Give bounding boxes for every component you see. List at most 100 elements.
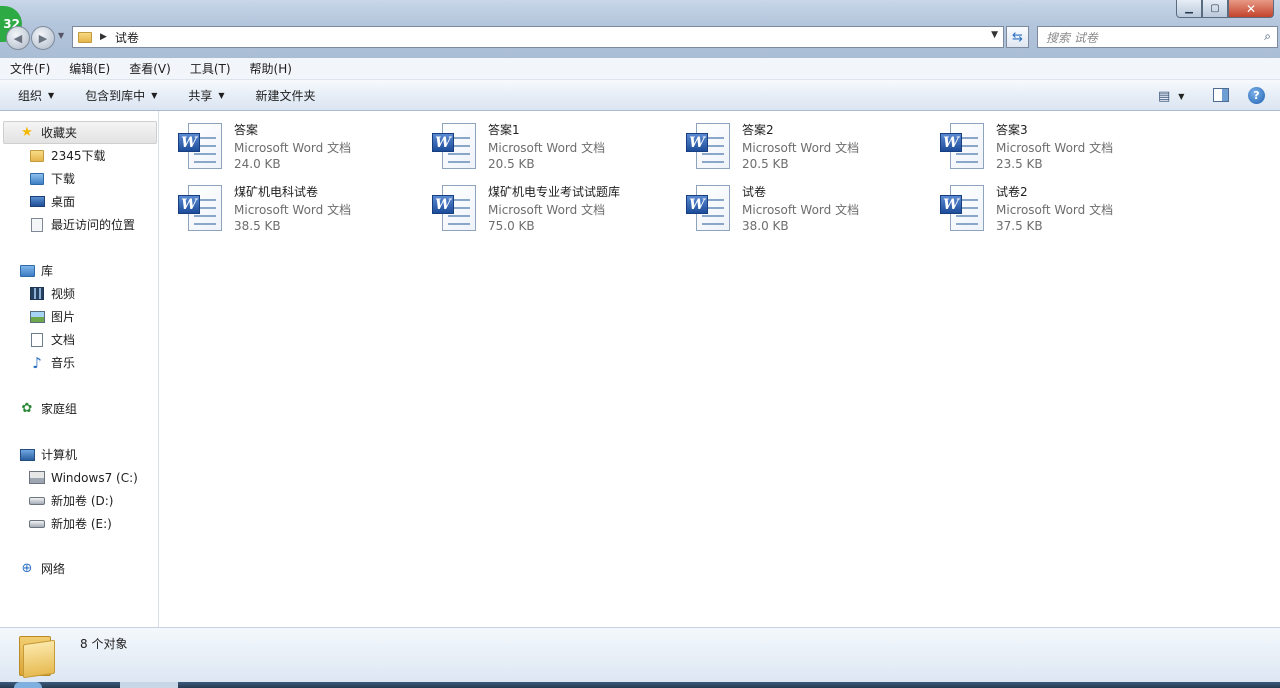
file-name: 煤矿机电科试卷 — [234, 185, 319, 199]
start-button[interactable] — [14, 682, 42, 688]
refresh-button[interactable]: ⇆ — [1006, 26, 1029, 48]
menu-file[interactable]: 文件(F) — [0, 60, 59, 77]
nav-label: 最近访问的位置 — [51, 218, 136, 232]
change-view-button[interactable]: ▤ ▼ — [1158, 86, 1184, 106]
view-details-icon: ▤ — [1158, 88, 1171, 104]
file-type: Microsoft Word 文档 — [742, 203, 860, 217]
nav-item-drive-e[interactable]: 新加卷 (E:) — [29, 512, 112, 535]
file-item[interactable]: W 答案3 Microsoft Word 文档 23.5 KB — [940, 121, 1190, 179]
menu-view[interactable]: 查看(V) — [119, 60, 180, 77]
file-type: Microsoft Word 文档 — [234, 141, 352, 155]
nav-label: 下载 — [51, 172, 76, 186]
file-name: 答案2 — [742, 123, 774, 137]
menu-edit[interactable]: 编辑(E) — [59, 60, 119, 77]
nav-label: 桌面 — [51, 195, 76, 209]
taskbar-item-explorer[interactable] — [120, 682, 178, 688]
nav-favorites[interactable]: ★ 收藏夹 — [3, 121, 157, 144]
nav-item-videos[interactable]: 视频 — [29, 282, 75, 305]
breadcrumb-current-folder[interactable]: 试卷 — [115, 29, 139, 46]
file-name: 试卷 — [742, 185, 767, 199]
nav-label: 家庭组 — [41, 402, 78, 416]
nav-label: 新加卷 (D:) — [51, 494, 114, 508]
title-bar: 32 ◀ ▶ ▼ ▶ 试卷 ▼ ⇆ 搜索 试卷 ⌕ ▁ ▢ ✕ — [0, 0, 1280, 58]
file-item[interactable]: W 试卷2 Microsoft Word 文档 37.5 KB — [940, 183, 1190, 241]
nav-libraries[interactable]: 库 — [19, 259, 53, 282]
command-bar: 组织 ▼ 包含到库中 ▼ 共享 ▼ 新建文件夹 ▤ ▼ ? — [0, 80, 1280, 111]
maximize-button[interactable]: ▢ — [1202, 0, 1228, 18]
file-list: W 答案 Microsoft Word 文档 24.0 KB W 答案1 Mic… — [159, 111, 1280, 627]
file-type: Microsoft Word 文档 — [996, 141, 1114, 155]
back-arrow-icon: ◀ — [13, 31, 23, 45]
share-button[interactable]: 共享 ▼ — [170, 87, 237, 104]
word-document-icon: W — [432, 123, 478, 171]
file-item[interactable]: W 煤矿机电科试卷 Microsoft Word 文档 38.5 KB — [178, 183, 428, 241]
preview-pane-button[interactable] — [1213, 88, 1229, 102]
search-input[interactable]: 搜索 试卷 ⌕ — [1037, 26, 1278, 48]
search-placeholder: 搜索 试卷 — [1046, 30, 1098, 45]
nav-homegroup[interactable]: ✿ 家庭组 — [19, 397, 77, 420]
nav-item-pictures[interactable]: 图片 — [29, 305, 75, 328]
taskbar — [0, 682, 1280, 688]
file-size: 20.5 KB — [742, 157, 789, 171]
folder-icon — [78, 31, 92, 43]
address-bar[interactable]: ▶ 试卷 ▼ — [72, 26, 1004, 48]
nav-network[interactable]: ⊕ 网络 — [19, 557, 65, 580]
nav-label: 2345下载 — [51, 149, 106, 163]
folder-icon — [19, 636, 55, 679]
forward-button[interactable]: ▶ — [31, 26, 55, 50]
file-item[interactable]: W 答案2 Microsoft Word 文档 20.5 KB — [686, 121, 936, 179]
word-document-icon: W — [178, 123, 224, 171]
nav-item-drive-c[interactable]: Windows7 (C:) — [29, 466, 138, 489]
network-icon: ⊕ — [21, 561, 33, 576]
nav-item-documents[interactable]: 文档 — [29, 328, 75, 351]
organize-button[interactable]: 组织 ▼ — [0, 87, 67, 104]
file-type: Microsoft Word 文档 — [234, 203, 352, 217]
file-type: Microsoft Word 文档 — [488, 141, 606, 155]
address-dropdown-icon[interactable]: ▼ — [991, 30, 998, 40]
breadcrumb-chevron-icon[interactable]: ▶ — [100, 32, 107, 42]
menu-tools[interactable]: 工具(T) — [180, 60, 240, 77]
nav-item-drive-d[interactable]: 新加卷 (D:) — [29, 489, 113, 512]
nav-item-desktop[interactable]: 桌面 — [29, 190, 75, 213]
pictures-library-icon — [29, 310, 45, 323]
nav-label: 收藏夹 — [41, 126, 78, 140]
menu-help[interactable]: 帮助(H) — [240, 60, 301, 77]
include-in-library-button[interactable]: 包含到库中 ▼ — [67, 87, 170, 104]
file-name: 煤矿机电专业考试试题库 — [488, 185, 621, 199]
file-item[interactable]: W 答案 Microsoft Word 文档 24.0 KB — [178, 121, 428, 179]
homegroup-icon: ✿ — [21, 401, 33, 416]
file-item[interactable]: W 试卷 Microsoft Word 文档 38.0 KB — [686, 183, 936, 241]
folder-icon — [30, 149, 44, 162]
nav-item-music[interactable]: ♪ 音乐 — [29, 351, 75, 374]
minimize-button[interactable]: ▁ — [1176, 0, 1202, 18]
file-type: Microsoft Word 文档 — [996, 203, 1114, 217]
menu-bar: 文件(F) 编辑(E) 查看(V) 工具(T) 帮助(H) — [0, 58, 1280, 80]
file-type: Microsoft Word 文档 — [488, 203, 606, 217]
close-button[interactable]: ✕ — [1228, 0, 1274, 18]
system-drive-icon — [29, 471, 45, 484]
search-icon[interactable]: ⌕ — [1264, 29, 1271, 44]
computer-icon — [19, 448, 35, 461]
navigation-pane: ★ 收藏夹 2345下载 下载 桌面 最近访问的位置 库 视频 图片 文档 ♪ … — [0, 111, 159, 627]
nav-item-2345-downloads[interactable]: 2345下载 — [29, 144, 106, 167]
file-item[interactable]: W 答案1 Microsoft Word 文档 20.5 KB — [432, 121, 682, 179]
nav-item-downloads[interactable]: 下载 — [29, 167, 75, 190]
file-item[interactable]: W 煤矿机电专业考试试题库 Microsoft Word 文档 75.0 KB — [432, 183, 682, 241]
word-document-icon: W — [432, 185, 478, 233]
nav-label: 网络 — [41, 562, 66, 576]
chevron-down-icon: ▼ — [151, 90, 158, 100]
nav-computer[interactable]: 计算机 — [19, 443, 77, 466]
chevron-down-icon: ▼ — [48, 90, 55, 100]
chevron-down-icon: ▼ — [1178, 91, 1185, 101]
file-name: 答案 — [234, 123, 259, 137]
nav-label: 文档 — [51, 333, 76, 347]
recent-pages-dropdown-icon[interactable]: ▼ — [58, 31, 64, 40]
file-size: 38.5 KB — [234, 219, 281, 233]
nav-item-recent-places[interactable]: 最近访问的位置 — [29, 213, 135, 236]
file-size: 38.0 KB — [742, 219, 789, 233]
new-folder-button[interactable]: 新建文件夹 — [238, 87, 329, 104]
back-button[interactable]: ◀ — [6, 26, 30, 50]
file-size: 24.0 KB — [234, 157, 281, 171]
star-icon: ★ — [21, 125, 33, 140]
help-icon[interactable]: ? — [1248, 87, 1265, 104]
